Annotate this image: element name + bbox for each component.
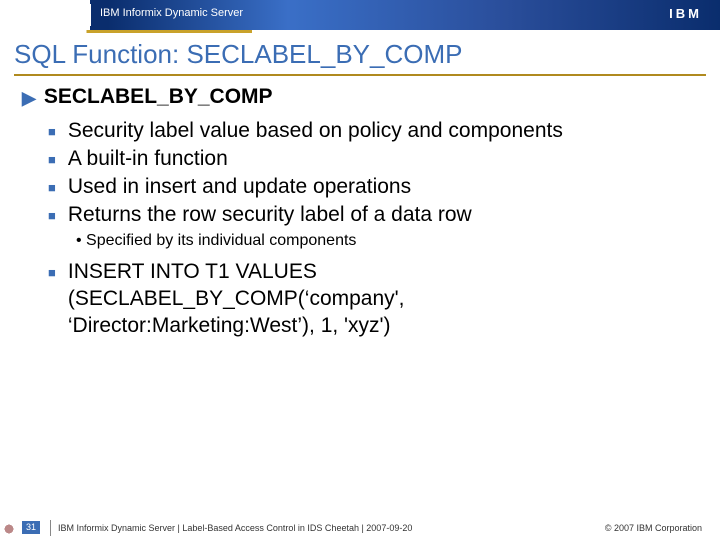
arrow-icon: ▶	[22, 84, 36, 112]
bullet-list-a: ■ Security label value based on policy an…	[28, 118, 700, 229]
square-icon: ■	[48, 118, 56, 145]
content-area: ▶ SECLABEL_BY_COMP ■ Security label value…	[0, 84, 720, 340]
bullet-text: Returns the row security label of a data…	[68, 202, 472, 229]
section-heading: SECLABEL_BY_COMP	[44, 84, 273, 111]
header-cut	[0, 0, 90, 30]
bullet-list-b: ■ INSERT INTO T1 VALUES (SECLABEL_BY_COMP…	[28, 259, 700, 340]
bullet-text: INSERT INTO T1 VALUES (SECLABEL_BY_COMP(…	[68, 259, 538, 340]
header-bar: IBM Informix Dynamic Server IBM	[0, 0, 720, 30]
sub-bullet-list: Specified by its individual components	[28, 231, 700, 251]
footer-graphic	[0, 523, 18, 535]
footer-divider	[50, 520, 51, 536]
bullet-text: A built-in function	[68, 146, 228, 173]
ibm-logo: IBM	[669, 6, 702, 21]
product-name: IBM Informix Dynamic Server	[100, 7, 243, 19]
title-underline	[14, 74, 706, 76]
square-icon: ■	[48, 259, 56, 286]
copyright: © 2007 IBM Corporation	[605, 523, 702, 533]
section-heading-row: ▶ SECLABEL_BY_COMP	[22, 84, 700, 112]
list-item: ■ Used in insert and update operations	[48, 174, 700, 201]
bullet-text: Used in insert and update operations	[68, 174, 411, 201]
sub-bullet-text: Specified by its individual components	[86, 232, 356, 249]
page-number: 31	[22, 521, 40, 534]
list-item: ■ Security label value based on policy an…	[48, 118, 700, 145]
square-icon: ■	[48, 202, 56, 229]
slide-title: SQL Function: SECLABEL_BY_COMP	[0, 33, 720, 74]
footer: 31 IBM Informix Dynamic Server | Label-B…	[0, 514, 720, 540]
slide: IBM Informix Dynamic Server IBM SQL Func…	[0, 0, 720, 540]
list-item: ■ INSERT INTO T1 VALUES (SECLABEL_BY_COMP…	[48, 259, 700, 340]
list-item: ■ Returns the row security label of a dat…	[48, 202, 700, 229]
square-icon: ■	[48, 146, 56, 173]
list-item: ■ A built-in function	[48, 146, 700, 173]
header-divider	[90, 4, 91, 26]
square-icon: ■	[48, 174, 56, 201]
sub-list-item: Specified by its individual components	[76, 231, 700, 251]
footer-text: IBM Informix Dynamic Server | Label-Base…	[58, 523, 412, 533]
bullet-text: Security label value based on policy and…	[68, 118, 563, 145]
